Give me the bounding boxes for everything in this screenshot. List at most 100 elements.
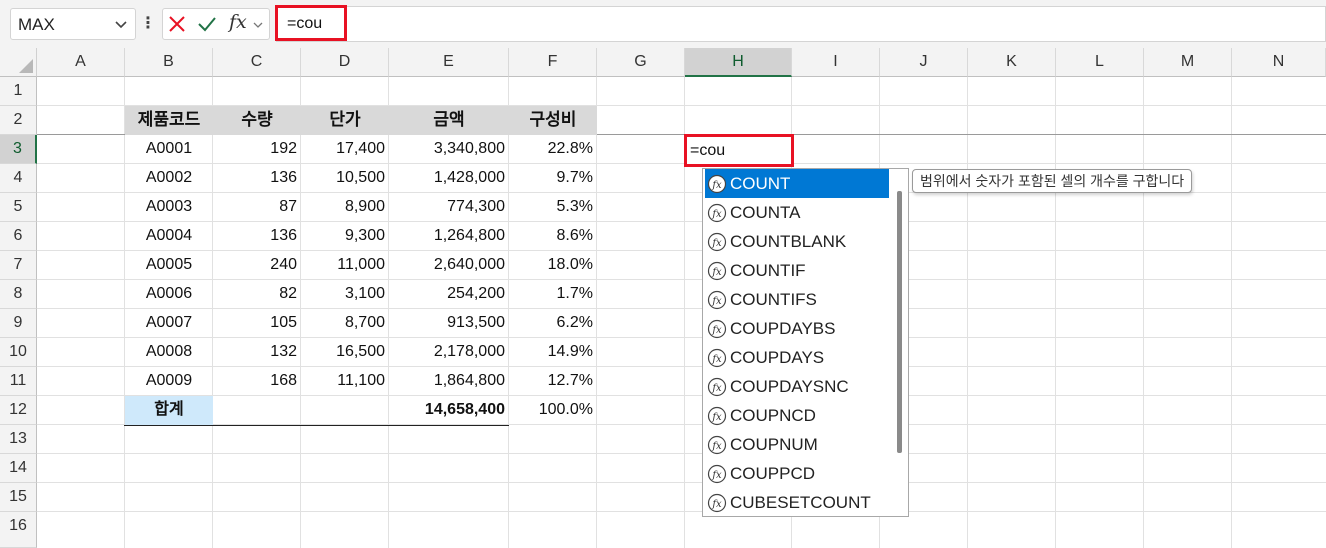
row-header-2[interactable]: 2 [0, 106, 37, 135]
table-cell[interactable]: 2,640,000 [389, 251, 509, 280]
total-label-cell[interactable]: 합계 [125, 396, 213, 425]
autocomplete-item-counta[interactable]: fx COUNTA [705, 198, 889, 227]
table-cell[interactable]: 1.7% [509, 280, 597, 309]
table-cell[interactable]: 168 [213, 367, 301, 396]
table-cell[interactable]: 9,300 [301, 222, 389, 251]
column-header-i[interactable]: I [792, 48, 880, 77]
active-cell-h3[interactable]: =cou [684, 134, 794, 167]
row-header-9[interactable]: 9 [0, 309, 37, 338]
autocomplete-item-coupdaysnc[interactable]: fx COUPDAYSNC [705, 372, 889, 401]
row-header-13[interactable]: 13 [0, 425, 37, 454]
table-cell[interactable]: 8,700 [301, 309, 389, 338]
table-cell[interactable]: 1,428,000 [389, 164, 509, 193]
table-cell[interactable]: 11,100 [301, 367, 389, 396]
table-cell[interactable]: A0004 [125, 222, 213, 251]
table-cell[interactable]: A0001 [125, 135, 213, 164]
header-product-code[interactable]: 제품코드 [125, 106, 213, 135]
total-amount-cell[interactable]: 14,658,400 [389, 396, 509, 425]
chevron-down-icon[interactable] [113, 16, 129, 32]
autocomplete-item-count[interactable]: fx COUNT [705, 169, 889, 198]
row-header-15[interactable]: 15 [0, 483, 37, 512]
row-header-12[interactable]: 12 [0, 396, 37, 425]
header-ratio[interactable]: 구성비 [509, 106, 597, 135]
column-header-d[interactable]: D [301, 48, 389, 77]
column-header-f[interactable]: F [509, 48, 597, 77]
chevron-down-icon[interactable] [251, 18, 265, 32]
table-cell[interactable]: 5.3% [509, 193, 597, 222]
table-cell[interactable]: 136 [213, 222, 301, 251]
more-options-icon[interactable]: ⋮ [140, 12, 156, 36]
table-cell[interactable]: A0006 [125, 280, 213, 309]
name-box[interactable]: MAX [10, 8, 136, 40]
row-header-10[interactable]: 10 [0, 338, 37, 367]
autocomplete-item-countif[interactable]: fx COUNTIF [705, 256, 889, 285]
column-header-k[interactable]: K [968, 48, 1056, 77]
autocomplete-item-coupdaybs[interactable]: fx COUPDAYBS [705, 314, 889, 343]
table-cell[interactable]: 1,264,800 [389, 222, 509, 251]
header-quantity[interactable]: 수량 [213, 106, 301, 135]
table-cell[interactable]: A0005 [125, 251, 213, 280]
table-cell[interactable]: 22.8% [509, 135, 597, 164]
table-cell[interactable]: A0009 [125, 367, 213, 396]
table-cell[interactable]: 136 [213, 164, 301, 193]
column-header-j[interactable]: J [880, 48, 968, 77]
table-cell[interactable]: 132 [213, 338, 301, 367]
autocomplete-item-coupncd[interactable]: fx COUPNCD [705, 401, 889, 430]
table-cell[interactable]: A0008 [125, 338, 213, 367]
table-cell[interactable]: 12.7% [509, 367, 597, 396]
row-header-6[interactable]: 6 [0, 222, 37, 251]
table-cell[interactable]: 9.7% [509, 164, 597, 193]
header-amount[interactable]: 금액 [389, 106, 509, 135]
function-autocomplete-list[interactable]: fx COUNT fx COUNTA fx COUNTBLANK fx COUN… [702, 168, 909, 517]
table-cell[interactable]: 2,178,000 [389, 338, 509, 367]
enter-check-icon[interactable] [197, 15, 217, 33]
autocomplete-item-couppcd[interactable]: fx COUPPCD [705, 459, 889, 488]
header-unit-price[interactable]: 단가 [301, 106, 389, 135]
table-cell[interactable]: 11,000 [301, 251, 389, 280]
autocomplete-item-countblank[interactable]: fx COUNTBLANK [705, 227, 889, 256]
table-cell[interactable]: 16,500 [301, 338, 389, 367]
table-cell[interactable]: 192 [213, 135, 301, 164]
cancel-icon[interactable] [168, 15, 186, 33]
column-header-m[interactable]: M [1144, 48, 1232, 77]
table-cell[interactable]: 6.2% [509, 309, 597, 338]
column-header-l[interactable]: L [1056, 48, 1144, 77]
autocomplete-item-cubesetcount[interactable]: fx CUBESETCOUNT [705, 488, 889, 517]
table-cell[interactable]: 3,100 [301, 280, 389, 309]
row-header-1[interactable]: 1 [0, 77, 37, 106]
table-cell[interactable]: A0002 [125, 164, 213, 193]
table-cell[interactable]: A0003 [125, 193, 213, 222]
row-header-16[interactable]: 16 [0, 512, 37, 548]
total-ratio-cell[interactable]: 100.0% [509, 396, 597, 425]
select-all-button[interactable] [0, 48, 37, 77]
row-header-5[interactable]: 5 [0, 193, 37, 222]
formula-input[interactable]: =cou [276, 6, 1326, 42]
column-header-h[interactable]: H [685, 48, 792, 77]
table-cell[interactable]: 774,300 [389, 193, 509, 222]
column-header-n[interactable]: N [1232, 48, 1326, 77]
column-header-c[interactable]: C [213, 48, 301, 77]
column-header-e[interactable]: E [389, 48, 509, 77]
table-cell[interactable]: 254,200 [389, 280, 509, 309]
autocomplete-item-coupnum[interactable]: fx COUPNUM [705, 430, 889, 459]
table-cell[interactable]: 105 [213, 309, 301, 338]
table-cell[interactable]: 913,500 [389, 309, 509, 338]
insert-function-icon[interactable]: fx [229, 11, 247, 33]
row-header-11[interactable]: 11 [0, 367, 37, 396]
table-cell[interactable]: 8,900 [301, 193, 389, 222]
table-cell[interactable]: 87 [213, 193, 301, 222]
table-cell[interactable]: 14.9% [509, 338, 597, 367]
autocomplete-item-coupdays[interactable]: fx COUPDAYS [705, 343, 889, 372]
table-cell[interactable]: 17,400 [301, 135, 389, 164]
table-cell[interactable]: 1,864,800 [389, 367, 509, 396]
table-cell[interactable]: 82 [213, 280, 301, 309]
column-header-b[interactable]: B [125, 48, 213, 77]
autocomplete-scrollbar[interactable] [897, 191, 902, 453]
table-cell[interactable]: 8.6% [509, 222, 597, 251]
table-cell[interactable]: 3,340,800 [389, 135, 509, 164]
column-header-g[interactable]: G [597, 48, 685, 77]
row-header-8[interactable]: 8 [0, 280, 37, 309]
row-header-3[interactable]: 3 [0, 135, 37, 164]
table-cell[interactable]: 240 [213, 251, 301, 280]
table-cell[interactable]: 18.0% [509, 251, 597, 280]
